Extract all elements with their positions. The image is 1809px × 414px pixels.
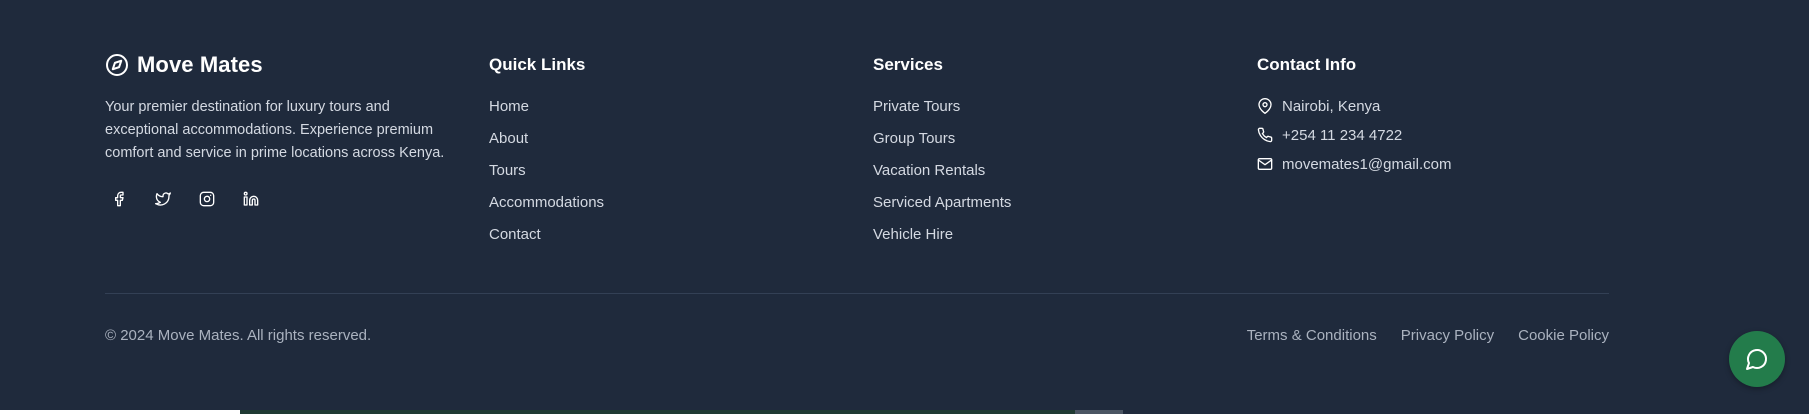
horizontal-scrollbar-track[interactable] [240,410,1075,414]
facebook-icon[interactable] [105,185,133,213]
legal-links: Terms & Conditions Privacy Policy Cookie… [1247,326,1609,346]
linkedin-icon[interactable] [237,185,265,213]
service-group-tours[interactable]: Group Tours [873,123,1173,155]
compass-icon [105,53,129,77]
social-links [105,185,465,213]
service-private-tours[interactable]: Private Tours [873,91,1173,123]
service-serviced-apartments[interactable]: Serviced Apartments [873,187,1173,219]
copyright-text: © 2024 Move Mates. All rights reserved. [105,327,372,344]
brand-description: Your premier destination for luxury tour… [105,99,445,161]
brand-name: Move Mates [137,52,263,77]
quick-links-list: Home About Tours Accommodations Contact [489,91,789,251]
contact-title: Contact Info [1257,55,1357,74]
site-footer: Move Mates Your premier destination for … [0,0,1809,414]
link-tours[interactable]: Tours [489,155,789,187]
contact-column: Contact Info Nairobi, Kenya +254 11 234 [1257,52,1617,180]
footer-divider [105,293,1609,294]
map-pin-icon [1257,98,1273,114]
cookie-link[interactable]: Cookie Policy [1518,326,1609,346]
brand-logo[interactable]: Move Mates [105,51,465,79]
link-contact[interactable]: Contact [489,219,789,251]
quick-links-column: Quick Links Home About Tours Accommodati… [489,52,789,251]
chat-bubble-icon [1745,347,1769,371]
contact-phone[interactable]: +254 11 234 4722 [1257,119,1617,151]
twitter-icon[interactable] [149,185,177,213]
services-column: Services Private Tours Group Tours Vacat… [873,52,1173,251]
quick-links-title: Quick Links [489,55,586,74]
link-accommodations[interactable]: Accommodations [489,187,789,219]
page-bottom-strip [0,410,240,414]
contact-email-text: movemates1@gmail.com [1282,155,1452,173]
service-vehicle-hire[interactable]: Vehicle Hire [873,219,1173,251]
contact-phone-text: +254 11 234 4722 [1282,126,1403,144]
contact-location-text: Nairobi, Kenya [1282,97,1381,115]
service-vacation-rentals[interactable]: Vacation Rentals [873,155,1173,187]
privacy-link[interactable]: Privacy Policy [1401,326,1494,346]
mail-icon [1257,156,1273,172]
contact-location: Nairobi, Kenya [1257,90,1617,122]
contact-list: Nairobi, Kenya +254 11 234 4722 movemate… [1257,90,1617,180]
chat-button[interactable] [1729,331,1785,387]
brand-column: Move Mates Your premier destination for … [105,52,465,213]
horizontal-scrollbar-thumb[interactable] [1075,410,1123,414]
services-list: Private Tours Group Tours Vacation Renta… [873,91,1173,251]
contact-email[interactable]: movemates1@gmail.com [1257,148,1617,180]
link-about[interactable]: About [489,123,789,155]
phone-icon [1257,127,1273,143]
instagram-icon[interactable] [193,185,221,213]
terms-link[interactable]: Terms & Conditions [1247,326,1377,346]
services-title: Services [873,55,943,74]
link-home[interactable]: Home [489,91,789,123]
